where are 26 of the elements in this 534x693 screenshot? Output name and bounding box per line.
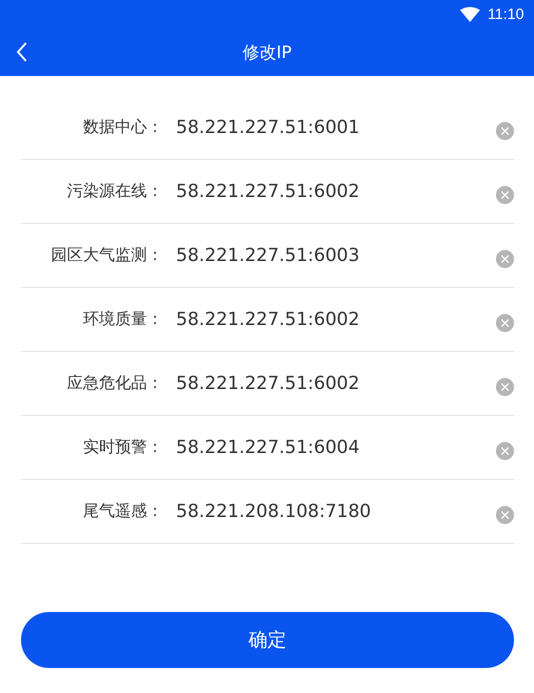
back-icon: [16, 42, 28, 62]
status-time: 11:10: [488, 6, 524, 22]
clear-icon: [496, 442, 514, 460]
wifi-icon: [460, 6, 480, 22]
clear-icon: [496, 314, 514, 332]
clear-button[interactable]: [496, 506, 514, 524]
clear-button[interactable]: [496, 314, 514, 332]
clear-icon: [496, 506, 514, 524]
clear-icon: [496, 250, 514, 268]
field-label: 应急危化品：: [66, 374, 163, 394]
confirm-button[interactable]: 确定: [21, 612, 514, 668]
field-label: 实时预警：: [82, 438, 163, 458]
field-label: 数据中心：: [82, 118, 163, 138]
clear-icon: [496, 186, 514, 204]
clear-icon: [496, 122, 514, 140]
field-label: 污染源在线：: [66, 182, 163, 202]
page-title: 修改IP: [241, 42, 293, 64]
clear-button[interactable]: [496, 186, 514, 204]
field-label: 环境质量：: [82, 310, 163, 330]
field-label: 尾气遥感：: [82, 502, 163, 522]
clear-button[interactable]: [496, 378, 514, 396]
clear-button[interactable]: [496, 250, 514, 268]
clear-button[interactable]: [496, 442, 514, 460]
clear-icon: [496, 378, 514, 396]
clear-button[interactable]: [496, 122, 514, 140]
field-label: 园区大气监测：: [50, 246, 163, 266]
